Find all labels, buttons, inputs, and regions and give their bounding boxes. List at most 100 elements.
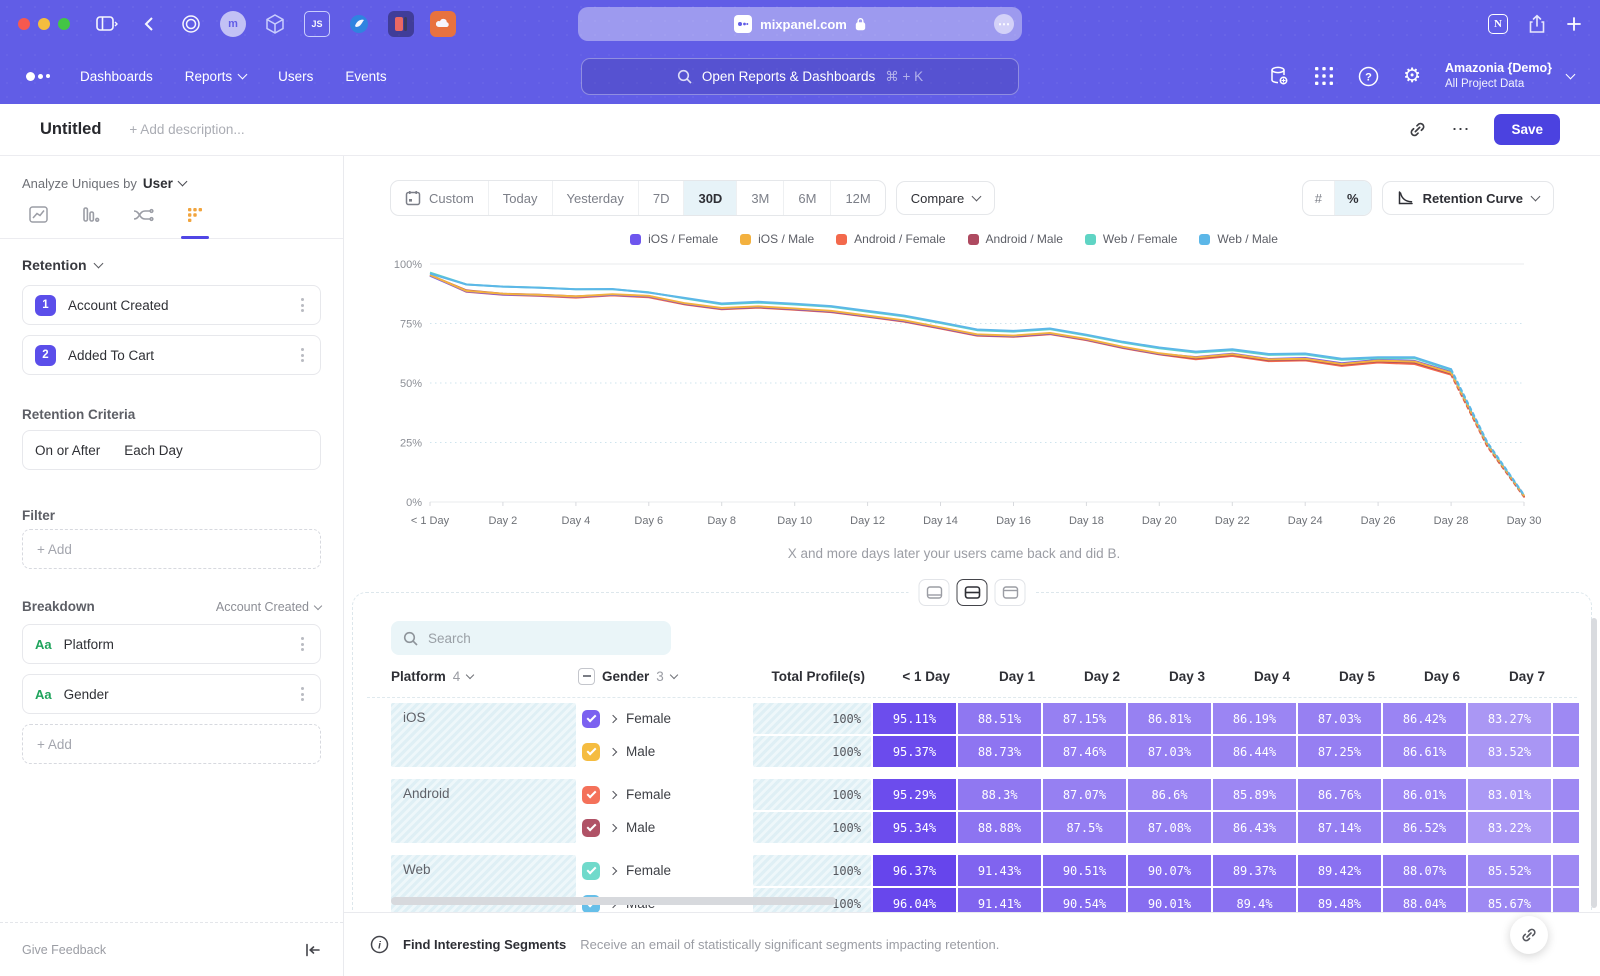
- retention-value-cell[interactable]: 96.04%: [873, 888, 956, 913]
- series-checkbox[interactable]: [582, 862, 600, 880]
- expand-chevron-icon[interactable]: [609, 714, 617, 722]
- extension-bird-icon[interactable]: [346, 11, 372, 37]
- range-button-yesterday[interactable]: Yesterday: [553, 181, 639, 215]
- retention-value-cell[interactable]: 89.42%: [1298, 855, 1381, 886]
- legend-item[interactable]: iOS / Female: [630, 232, 718, 246]
- retention-value-cell[interactable]: 87.03%: [1128, 736, 1211, 767]
- retention-value-cell[interactable]: 86.01%: [1383, 779, 1466, 810]
- retention-value-cell[interactable]: 86.52%: [1383, 812, 1466, 843]
- retention-line-chart[interactable]: 100%75%50%25%0%< 1 DayDay 2Day 4Day 6Day…: [384, 250, 1560, 542]
- retention-value-cell[interactable]: 90.07%: [1128, 855, 1211, 886]
- notion-extension-icon[interactable]: N: [1488, 14, 1508, 34]
- range-button-12m[interactable]: 12M: [831, 181, 884, 215]
- retention-value-cell[interactable]: 90.01%: [1128, 888, 1211, 913]
- nav-reports[interactable]: Reports: [185, 69, 246, 84]
- retention-value-cell[interactable]: 95.37%: [873, 736, 956, 767]
- retention-criteria-card[interactable]: On or After Each Day: [22, 430, 321, 470]
- retention-value-cell[interactable]: 88.3%: [958, 779, 1041, 810]
- tab-funnels[interactable]: [70, 200, 112, 230]
- retention-value-cell[interactable]: 89.4%: [1213, 888, 1296, 913]
- retention-value-cell[interactable]: 85.89%: [1213, 779, 1296, 810]
- retention-value-cell[interactable]: 91.43%: [958, 855, 1041, 886]
- window-controls[interactable]: [18, 18, 70, 30]
- global-search-button[interactable]: Open Reports & Dashboards ⌘ + K: [581, 58, 1019, 95]
- retention-value-cell[interactable]: 89.37%: [1213, 855, 1296, 886]
- retention-value-cell[interactable]: 86.6%: [1128, 779, 1211, 810]
- retention-value-cell[interactable]: 86.19%: [1213, 703, 1296, 734]
- retention-value-cell[interactable]: 87.07%: [1043, 779, 1126, 810]
- expand-chevron-icon[interactable]: [609, 823, 617, 831]
- range-button-7d[interactable]: 7D: [639, 181, 685, 215]
- retention-value-cell[interactable]: 89.48%: [1298, 888, 1381, 913]
- share-link-floating-button[interactable]: [1510, 916, 1548, 954]
- expand-chevron-icon[interactable]: [609, 866, 617, 874]
- report-title[interactable]: Untitled: [40, 120, 101, 139]
- retention-value-cell[interactable]: 83.52%: [1468, 736, 1551, 767]
- retention-value-cell[interactable]: 83.27%: [1468, 703, 1551, 734]
- retention-value-cell[interactable]: 88.88%: [958, 812, 1041, 843]
- project-switcher[interactable]: Amazonia {Demo} All Project Data: [1445, 61, 1574, 91]
- retention-value-cell[interactable]: 87.15%: [1043, 703, 1126, 734]
- gender-cell-male[interactable]: Male: [578, 812, 751, 843]
- retention-value-cell[interactable]: 86.42%: [1383, 703, 1466, 734]
- breakdown-add-button[interactable]: + Add: [22, 724, 321, 764]
- kebab-menu-icon[interactable]: [297, 683, 308, 705]
- compare-button[interactable]: Compare: [896, 181, 995, 215]
- retention-section-heading[interactable]: Retention: [22, 257, 321, 273]
- layout-chart-only-toggle[interactable]: [919, 579, 950, 606]
- kebab-menu-icon[interactable]: [297, 633, 308, 655]
- address-bar[interactable]: mixpanel.com ⋯: [578, 7, 1022, 41]
- retention-value-cell[interactable]: 83.22%: [1468, 812, 1551, 843]
- help-icon[interactable]: ?: [1358, 66, 1379, 87]
- retention-value-cell[interactable]: 87.03%: [1298, 703, 1381, 734]
- gender-column-header[interactable]: Gender3: [578, 668, 751, 685]
- retention-value-cell[interactable]: 91.41%: [958, 888, 1041, 913]
- mixpanel-logo-icon[interactable]: [26, 72, 50, 81]
- extension-m-avatar-icon[interactable]: m: [220, 11, 246, 37]
- gender-cell-female[interactable]: Female: [578, 703, 751, 734]
- address-more-icon[interactable]: ⋯: [994, 14, 1014, 34]
- layout-table-only-toggle[interactable]: [995, 579, 1026, 606]
- extension-red-panel-icon[interactable]: [388, 11, 414, 37]
- retention-value-cell[interactable]: 95.11%: [873, 703, 956, 734]
- save-button[interactable]: Save: [1494, 114, 1560, 145]
- copy-link-icon[interactable]: [1408, 120, 1427, 139]
- nav-users[interactable]: Users: [278, 69, 313, 84]
- layout-split-toggle[interactable]: [957, 579, 988, 606]
- retention-value-cell[interactable]: 87.46%: [1043, 736, 1126, 767]
- criteria-interval-select[interactable]: Each Day: [124, 443, 183, 458]
- tab-flows[interactable]: [122, 200, 164, 230]
- vertical-scrollbar[interactable]: [1591, 618, 1597, 908]
- legend-item[interactable]: Android / Male: [968, 232, 1063, 246]
- series-checkbox[interactable]: [582, 786, 600, 804]
- select-all-checkbox[interactable]: [578, 668, 595, 685]
- retention-value-cell[interactable]: 86.44%: [1213, 736, 1296, 767]
- retention-value-cell[interactable]: 87.5%: [1043, 812, 1126, 843]
- maximize-window-button[interactable]: [58, 18, 70, 30]
- analyze-entity-select[interactable]: User: [143, 176, 173, 191]
- retention-value-cell[interactable]: 86.76%: [1298, 779, 1381, 810]
- table-search-input[interactable]: Search: [391, 621, 671, 655]
- legend-item[interactable]: Web / Male: [1199, 232, 1277, 246]
- retention-value-cell[interactable]: 87.25%: [1298, 736, 1381, 767]
- data-management-icon[interactable]: [1268, 65, 1290, 87]
- share-icon[interactable]: [1528, 14, 1546, 34]
- range-button-today[interactable]: Today: [489, 181, 553, 215]
- retention-value-cell[interactable]: 86.43%: [1213, 812, 1296, 843]
- extension-cube-icon[interactable]: [262, 11, 288, 37]
- retention-value-cell[interactable]: 88.73%: [958, 736, 1041, 767]
- retention-value-cell[interactable]: 88.07%: [1383, 855, 1466, 886]
- platform-column-header[interactable]: Platform4: [391, 669, 576, 684]
- browser-sidebar-toggle-icon[interactable]: [94, 11, 120, 37]
- extension-cloud-icon[interactable]: [430, 11, 456, 37]
- new-tab-icon[interactable]: [1566, 16, 1582, 32]
- browser-back-icon[interactable]: [136, 11, 162, 37]
- gender-cell-male[interactable]: Male: [578, 736, 751, 767]
- report-description-placeholder[interactable]: + Add description...: [129, 122, 244, 137]
- legend-item[interactable]: Android / Female: [836, 232, 945, 246]
- retention-value-cell[interactable]: 85.67%: [1468, 888, 1551, 913]
- range-button-3m[interactable]: 3M: [737, 181, 784, 215]
- retention-value-cell[interactable]: 90.51%: [1043, 855, 1126, 886]
- horizontal-scrollbar[interactable]: [391, 897, 836, 905]
- retention-value-cell[interactable]: 86.81%: [1128, 703, 1211, 734]
